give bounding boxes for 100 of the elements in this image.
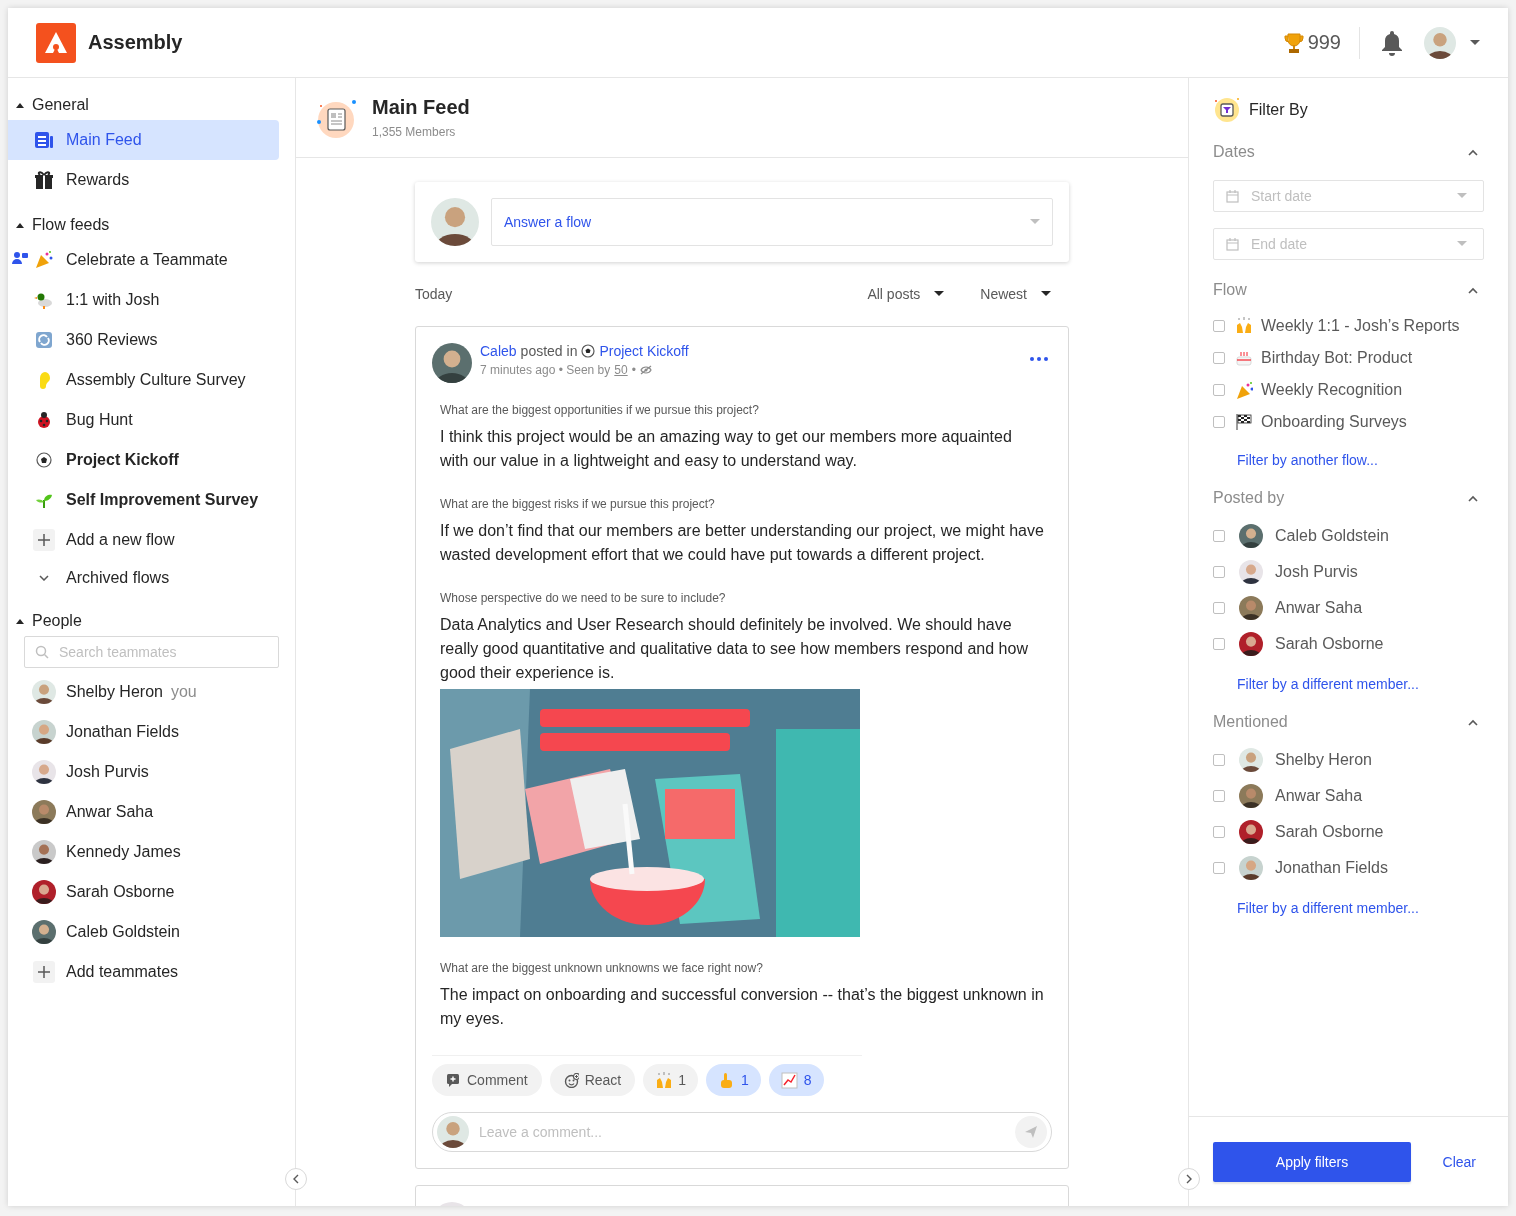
flow-item[interactable]: Celebrate a Teammate bbox=[8, 240, 279, 280]
filter-option[interactable]: Jonathan Fields bbox=[1213, 850, 1484, 886]
avatar-icon bbox=[32, 680, 56, 704]
collapse-arrow-icon[interactable] bbox=[16, 618, 24, 624]
apply-filters-button[interactable]: Apply filters bbox=[1213, 1141, 1411, 1182]
flow-item[interactable]: 1:1 with Josh bbox=[8, 280, 279, 320]
member-name: Shelby Heron bbox=[66, 683, 163, 701]
checkbox[interactable] bbox=[1213, 638, 1225, 650]
flow-item[interactable]: Bug Hunt bbox=[8, 400, 279, 440]
day-heading: Today bbox=[415, 286, 454, 302]
avatar-icon bbox=[32, 800, 56, 824]
filter-option[interactable]: Weekly Recognition bbox=[1213, 374, 1484, 406]
filter-link[interactable]: Filter by another flow... bbox=[1237, 452, 1484, 468]
feed-title: Main Feed bbox=[372, 96, 470, 119]
filter-option[interactable]: Birthday Bot: Product bbox=[1213, 342, 1484, 374]
you-label: you bbox=[170, 683, 197, 701]
nav-item[interactable]: Rewards bbox=[8, 160, 279, 200]
checkbox[interactable] bbox=[1213, 530, 1225, 542]
notification-bell-icon[interactable] bbox=[1380, 29, 1404, 56]
flow-item[interactable]: Assembly Culture Survey bbox=[8, 360, 279, 400]
caret-icon bbox=[1457, 193, 1467, 199]
filter-option[interactable]: Anwar Saha bbox=[1213, 590, 1484, 626]
checkbox[interactable] bbox=[1213, 862, 1225, 874]
filter-option[interactable]: Sarah Osborne bbox=[1213, 626, 1484, 662]
reaction-button[interactable]: 8 bbox=[768, 1064, 824, 1096]
send-button[interactable] bbox=[1015, 1116, 1047, 1148]
search-input[interactable]: Search teammates bbox=[57, 643, 268, 661]
date-field[interactable]: End date bbox=[1213, 228, 1484, 260]
search-field[interactable]: Search teammates bbox=[24, 636, 279, 668]
filter-option[interactable]: Onboarding Surveys bbox=[1213, 406, 1484, 438]
checkbox[interactable] bbox=[1213, 384, 1225, 396]
checkbox[interactable] bbox=[1213, 790, 1225, 802]
trophy-icon bbox=[1283, 31, 1304, 54]
add-flow-link[interactable]: Add a new flow bbox=[8, 520, 279, 560]
clear-button[interactable]: Clear bbox=[1438, 1149, 1484, 1174]
seen-count-link[interactable]: 50 bbox=[614, 363, 628, 377]
avatar-icon bbox=[1239, 748, 1263, 772]
date-input[interactable]: End date bbox=[1249, 235, 1447, 253]
filter-option[interactable]: Sarah Osborne bbox=[1213, 814, 1484, 850]
question-text: What are the biggest risks if we pursue this project? bbox=[440, 497, 716, 511]
answer-flow-dropdown[interactable]: Answer a flow bbox=[491, 198, 1053, 246]
question-text: Whose perspective do we need to be sure to include? bbox=[440, 591, 727, 605]
date-input[interactable]: Start date bbox=[1249, 187, 1447, 205]
collapse-arrow-icon[interactable] bbox=[16, 102, 24, 108]
flow-item[interactable]: 360 Reviews bbox=[8, 320, 279, 360]
checkbox[interactable] bbox=[1213, 566, 1225, 578]
filter-link[interactable]: Filter by a different member... bbox=[1237, 900, 1484, 916]
caret-icon bbox=[1041, 291, 1051, 297]
separator-dot: • bbox=[631, 363, 636, 377]
chevron-up-icon bbox=[1468, 494, 1478, 502]
flow-link[interactable]: Project Kickoff bbox=[599, 343, 689, 359]
add-teammates-link[interactable]: Add teammates bbox=[8, 952, 279, 992]
filter-icon bbox=[1213, 96, 1241, 124]
flow-item[interactable]: Project Kickoff bbox=[8, 440, 279, 480]
member-item[interactable]: Kennedy James bbox=[8, 832, 279, 872]
collapse-sidebar-button[interactable] bbox=[285, 1168, 307, 1190]
soccer-ball-icon bbox=[581, 344, 596, 358]
reaction-button[interactable]: 1 bbox=[706, 1064, 761, 1096]
caret-icon[interactable] bbox=[1470, 39, 1480, 46]
comment-icon bbox=[446, 1072, 461, 1088]
date-field[interactable]: Start date bbox=[1213, 180, 1484, 212]
soccer-ball-icon bbox=[34, 450, 54, 470]
question-text: What are the biggest opportunities if we pursue this project? bbox=[440, 403, 760, 417]
filter-option[interactable]: Weekly 1:1 - Josh’s Reports bbox=[1213, 310, 1484, 342]
comment-button[interactable]: Comment bbox=[432, 1064, 542, 1096]
nav-item[interactable]: Main Feed bbox=[8, 120, 279, 160]
checkbox[interactable] bbox=[1213, 754, 1225, 766]
reaction-button[interactable]: 1 bbox=[643, 1064, 699, 1096]
checkbox[interactable] bbox=[1213, 416, 1225, 428]
filter-option[interactable]: Caleb Goldstein bbox=[1213, 518, 1484, 554]
checkbox[interactable] bbox=[1213, 320, 1225, 332]
party-popper-icon bbox=[1235, 381, 1253, 399]
react-button[interactable]: React bbox=[549, 1064, 636, 1096]
logo-icon[interactable] bbox=[36, 22, 76, 63]
cycle-arrows-icon bbox=[34, 330, 54, 350]
comment-input[interactable]: Leave a comment... bbox=[477, 1123, 1007, 1141]
checkbox[interactable] bbox=[1213, 602, 1225, 614]
filter-link[interactable]: Filter by a different member... bbox=[1237, 676, 1484, 692]
points-count: 999 bbox=[1307, 31, 1341, 54]
member-item[interactable]: Josh Purvis bbox=[8, 752, 279, 792]
sort-dropdown[interactable]: All posts bbox=[867, 286, 945, 302]
member-item[interactable]: Shelby Heron you bbox=[8, 672, 279, 712]
checkbox[interactable] bbox=[1213, 826, 1225, 838]
section-title: General bbox=[32, 96, 89, 114]
author-link[interactable]: Caleb bbox=[480, 343, 517, 359]
member-item[interactable]: Anwar Saha bbox=[8, 792, 279, 832]
member-item[interactable]: Sarah Osborne bbox=[8, 872, 279, 912]
checkered-flag-icon bbox=[1235, 413, 1253, 431]
filter-option[interactable]: Shelby Heron bbox=[1213, 742, 1484, 778]
filter-option[interactable]: Anwar Saha bbox=[1213, 778, 1484, 814]
checkbox[interactable] bbox=[1213, 352, 1225, 364]
sort-dropdown[interactable]: Newest bbox=[980, 286, 1051, 302]
collapse-arrow-icon[interactable] bbox=[16, 222, 24, 228]
filter-option[interactable]: Josh Purvis bbox=[1213, 554, 1484, 590]
collapse-filters-button[interactable] bbox=[1178, 1168, 1200, 1190]
flow-item[interactable]: Self Improvement Survey bbox=[8, 480, 279, 520]
archived-flows-toggle[interactable]: Archived flows bbox=[8, 560, 279, 596]
member-item[interactable]: Caleb Goldstein bbox=[8, 912, 279, 952]
member-item[interactable]: Jonathan Fields bbox=[8, 712, 279, 752]
search-icon bbox=[35, 645, 49, 659]
